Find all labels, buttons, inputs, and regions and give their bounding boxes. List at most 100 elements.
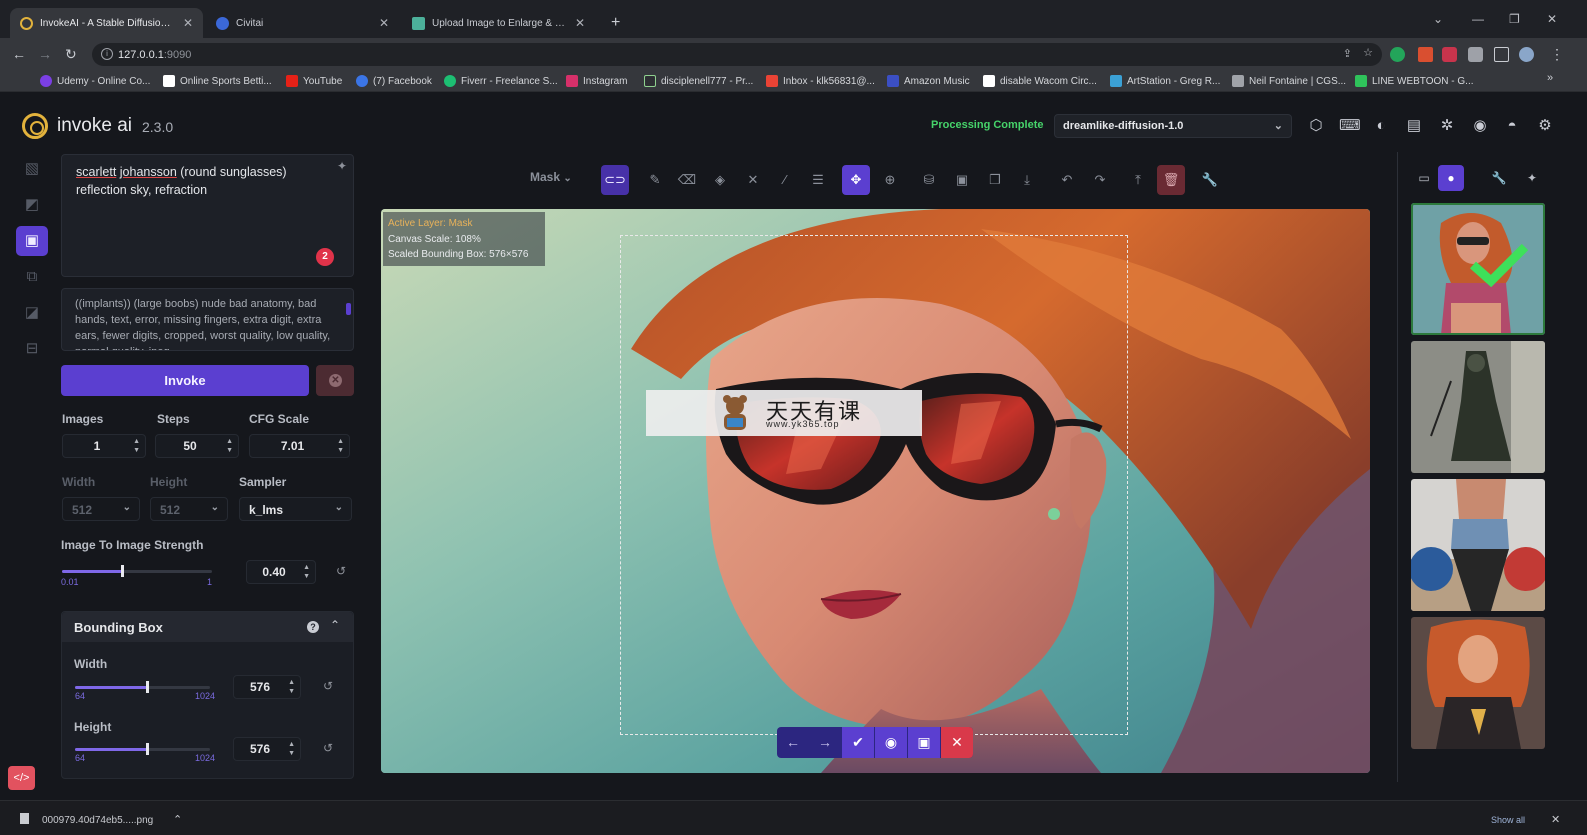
stepper-arrows-icon[interactable]: ▲ ▼	[133, 437, 140, 455]
new-tab-icon[interactable]: +	[611, 14, 620, 32]
cancel-button[interactable]: ✕	[316, 365, 354, 396]
bookmark-sports[interactable]: Online Sports Betti...	[163, 73, 272, 89]
reload-icon[interactable]: ↻	[65, 46, 77, 63]
negative-prompt-input[interactable]: ((implants)) (large boobs) nude bad anat…	[61, 288, 354, 351]
bookmark-artstation[interactable]: ArtStation - Greg R...	[1110, 73, 1220, 89]
redo-icon[interactable]: ↷	[1086, 165, 1114, 195]
stepper-arrows-icon[interactable]: ▲ ▼	[226, 437, 233, 455]
text-to-image-tab-icon[interactable]: ▧	[16, 154, 48, 184]
close-tab-icon[interactable]: ✕	[575, 16, 585, 30]
gallery-thumbnail[interactable]	[1411, 479, 1545, 611]
fill-bucket-icon[interactable]: ◈	[706, 165, 734, 195]
gallery-pin-icon[interactable]: ✦	[1519, 165, 1545, 191]
extensions-puzzle-icon[interactable]	[1468, 47, 1483, 62]
clear-icon[interactable]: ✕	[739, 165, 767, 195]
settings-gear-icon[interactable]: ⚙	[1535, 116, 1555, 136]
stepper-arrows-icon[interactable]: ▲ ▼	[288, 678, 295, 696]
show-eye-icon[interactable]: ◉	[875, 727, 907, 758]
bookmark-artstation-profile[interactable]: disciplenell777 - Pr...	[644, 73, 753, 89]
gallery-thumbnail[interactable]	[1411, 203, 1545, 335]
reset-icon[interactable]: ↺	[323, 679, 333, 693]
show-all-link[interactable]: Show all	[1491, 815, 1525, 825]
scrollbar[interactable]	[346, 303, 351, 315]
height-select[interactable]: 512 ⌄	[150, 497, 228, 521]
width-select[interactable]: 512 ⌄	[62, 497, 140, 521]
close-tab-icon[interactable]: ✕	[183, 16, 193, 30]
extension-icon[interactable]	[1418, 47, 1433, 62]
layer-select[interactable]: Mask ⌄	[530, 170, 572, 184]
bookmark-udemy[interactable]: Udemy - Online Co...	[40, 73, 150, 89]
gallery-user-tab-icon[interactable]: ●	[1438, 165, 1464, 191]
eraser-icon[interactable]: ⌫	[673, 165, 701, 195]
adblock-extension-icon[interactable]	[1442, 47, 1457, 62]
nodes-tab-icon[interactable]: ⧉	[16, 262, 48, 292]
dev-code-icon[interactable]: </>	[8, 766, 35, 790]
merge-layers-icon[interactable]: ⛁	[915, 165, 943, 195]
theme-palette-icon[interactable]: ◐	[1371, 116, 1391, 136]
bbox-width-stepper[interactable]: 576 ▲ ▼	[233, 675, 301, 699]
download-icon[interactable]: ⤓	[1013, 165, 1041, 195]
tab-invokeai[interactable]: InvokeAI - A Stable Diffusion Toolk ✕	[10, 8, 203, 38]
brush-options-icon[interactable]: ☰	[804, 165, 832, 195]
share-icon[interactable]: ⇪	[1343, 47, 1352, 60]
reset-icon[interactable]: ↺	[336, 564, 346, 578]
save-to-gallery-icon[interactable]: ▣	[948, 165, 976, 195]
bookmark-amazon-music[interactable]: Amazon Music	[887, 73, 970, 89]
close-tab-icon[interactable]: ✕	[379, 16, 389, 30]
move-icon[interactable]: ✥	[842, 165, 870, 195]
bookmark-wacom[interactable]: disable Wacom Circ...	[983, 73, 1097, 89]
stepper-arrows-icon[interactable]: ▲ ▼	[337, 437, 344, 455]
github-icon[interactable]: ◉	[1470, 116, 1490, 136]
sampler-select[interactable]: k_lms ⌄	[239, 497, 352, 521]
gallery-thumbnail[interactable]	[1411, 617, 1545, 749]
bbox-width-slider[interactable]	[75, 681, 210, 693]
upload-icon[interactable]: ⤒	[1124, 165, 1152, 195]
gallery-thumbnail[interactable]	[1411, 341, 1545, 473]
slider-thumb[interactable]	[145, 743, 149, 755]
img2img-strength-slider[interactable]	[62, 565, 212, 577]
close-window-icon[interactable]: ✕	[1547, 12, 1557, 26]
unified-canvas-tab-icon[interactable]: ▣	[16, 226, 48, 256]
forward-icon[interactable]: →	[38, 46, 52, 62]
bounding-box-header[interactable]: Bounding Box ? ⌃	[62, 612, 353, 642]
minimize-icon[interactable]: —	[1472, 12, 1484, 26]
bounding-box-selection[interactable]	[620, 235, 1128, 735]
training-tab-icon[interactable]: ⊟	[16, 334, 48, 364]
stepper-arrows-icon[interactable]: ▲ ▼	[288, 740, 295, 758]
close-downloads-icon[interactable]: ✕	[1551, 813, 1560, 826]
bookmark-webtoon[interactable]: LINE WEBTOON - G...	[1355, 73, 1474, 89]
bookmark-instagram[interactable]: Instagram	[566, 73, 627, 89]
chevron-up-icon[interactable]: ⌃	[173, 813, 182, 826]
undo-icon[interactable]: ↶	[1053, 165, 1081, 195]
site-info-icon[interactable]: i	[101, 48, 113, 60]
trash-icon[interactable]: 🗑	[1157, 165, 1185, 195]
mask-toggle-icon[interactable]: ⊂⊃	[601, 165, 629, 195]
steps-stepper[interactable]: 50 ▲ ▼	[155, 434, 239, 458]
copy-icon[interactable]: ❐	[981, 165, 1009, 195]
grammar-badge[interactable]: 2	[316, 248, 334, 266]
accept-check-icon[interactable]: ✔	[842, 727, 874, 758]
maximize-icon[interactable]: ❐	[1509, 12, 1520, 26]
slider-thumb[interactable]	[121, 565, 124, 577]
bookmark-gmail[interactable]: Inbox - klk56831@...	[766, 73, 875, 89]
gallery-images-tab-icon[interactable]: ▭	[1411, 165, 1437, 191]
side-panel-icon[interactable]	[1494, 47, 1509, 62]
reset-view-icon[interactable]: ⊕	[876, 165, 904, 195]
address-bar[interactable]: i 127.0.0.1:9090 ⇪ ☆	[92, 43, 1382, 66]
cfg-scale-stepper[interactable]: 7.01 ▲ ▼	[249, 434, 350, 458]
bookmark-fiverr[interactable]: Fiverr - Freelance S...	[444, 73, 558, 89]
brush-icon[interactable]: ✎	[641, 165, 669, 195]
bug-report-icon[interactable]: ✲	[1437, 116, 1457, 136]
bbox-height-stepper[interactable]: 576 ▲ ▼	[233, 737, 301, 761]
bookmark-facebook[interactable]: (7) Facebook	[356, 73, 432, 89]
back-icon[interactable]: ←	[12, 46, 26, 62]
profile-avatar-icon[interactable]	[1519, 47, 1534, 62]
save-icon[interactable]: ▣	[908, 727, 940, 758]
tab-civitai[interactable]: Civitai ✕	[206, 8, 399, 38]
discard-x-icon[interactable]: ✕	[941, 727, 973, 758]
tab-upscale[interactable]: Upload Image to Enlarge & Enhance ✕	[402, 8, 595, 38]
bookmark-youtube[interactable]: YouTube	[286, 73, 342, 89]
bookmark-star-icon[interactable]: ☆	[1363, 46, 1373, 59]
chevron-up-icon[interactable]: ⌃	[330, 618, 340, 632]
wrench-settings-icon[interactable]: 🔧	[1196, 165, 1224, 195]
